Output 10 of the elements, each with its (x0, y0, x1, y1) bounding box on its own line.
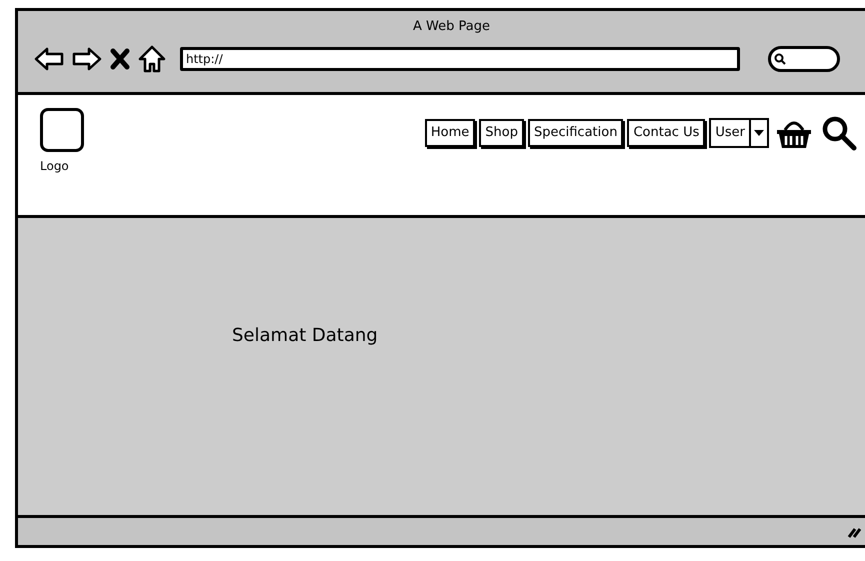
nav-button[interactable]: Shop (479, 119, 524, 147)
nav-button[interactable]: Specification (528, 119, 624, 147)
address-field[interactable]: http:// (180, 46, 740, 70)
nav-button[interactable]: Contac Us (627, 119, 706, 147)
user-dropdown[interactable]: User (709, 118, 769, 148)
user-dropdown-label: User (711, 120, 751, 146)
nav-button[interactable]: Home (424, 119, 476, 147)
welcome-heading: Selamat Datang (232, 324, 379, 348)
logo-label: Logo (40, 158, 69, 175)
window-title: A Web Page (413, 18, 490, 36)
